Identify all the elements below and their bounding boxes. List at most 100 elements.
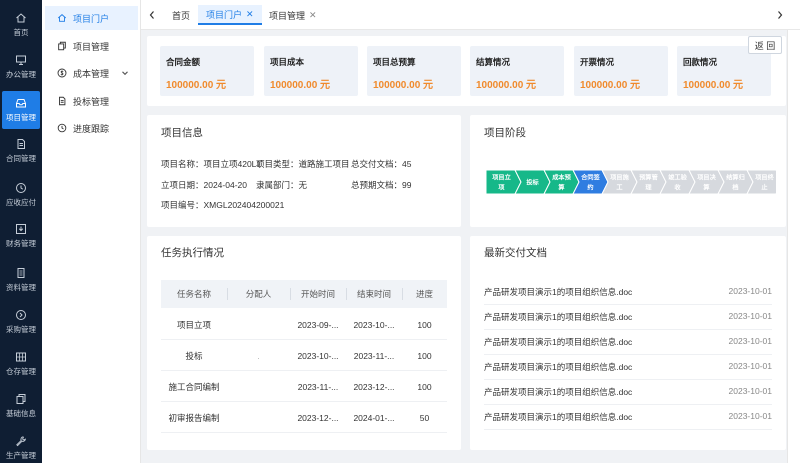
cell-start: 2023-12-... [297,412,339,423]
stage-label: 收 [674,184,681,192]
table-row[interactable]: 投标 . 2023-10-... 2023-11-... 100 [161,340,447,371]
table-row[interactable]: 项目立项 2023-09-... 2023-10-... 100 [161,309,447,340]
download-box-icon [16,224,26,234]
list-item[interactable]: 产品研发项目演示1的项目组织信息.doc 2023-10-01 [484,380,772,405]
info-docs-total: 总交付文档：45 [351,159,412,169]
card-title: 项目阶段 [484,127,526,139]
kpi-label: 合同金额 [166,57,201,67]
cell-end: 2023-10-... [353,319,395,330]
cell-task-name: 投标 [185,350,203,361]
column-header-start: 开始时间 [300,289,335,299]
rail-item-basic[interactable]: 基础信息 [0,387,42,425]
column-header-progress: 进度 [415,289,433,299]
doc-name-link[interactable]: 产品研发项目演示1的项目组织信息.doc [484,311,632,323]
submenu-item-progress[interactable]: 进度跟踪 [45,116,138,140]
kpi-contract-amount: 合同金额 100000.00 元 [160,46,254,96]
tab-home[interactable]: 首页 [164,5,198,25]
stage-label: 成本预 [552,174,571,182]
stage-label: 项目终 [755,174,774,182]
submenu-label: 项目管理 [73,41,110,52]
kpi-invoice: 开票情况 100000.00 元 [574,46,668,96]
rail-item-warehouse[interactable]: 仓存管理 [0,345,42,383]
cell-task-name: 初审报告编制 [168,412,220,423]
doc-date: 2023-10-01 [728,286,772,296]
kpi-label: 项目成本 [270,57,305,67]
stage-label: 约 [587,184,593,192]
kpi-value: 100000.00 元 [580,80,641,91]
cell-assignee [227,371,290,402]
stage-label: 项目施 [610,174,629,182]
rail-label: 首页 [13,28,29,37]
doc-name-link[interactable]: 产品研发项目演示1的项目组织信息.doc [484,286,632,298]
doc-name-link[interactable]: 产品研发项目演示1的项目组织信息.doc [484,411,632,423]
cell-task-name: 项目立项 [176,319,211,330]
stage-label: 投标 [526,179,539,187]
rail-item-receivable[interactable]: 应收应付 [0,176,42,214]
tab-project-portal[interactable]: 项目门户 ✕ [198,5,262,25]
cell-end: 2024-01-... [353,412,395,423]
rail-item-home[interactable]: 首页 [0,6,42,44]
project-submenu: 项目门户 项目管理 成本管理 投标管理 进度跟踪 [42,0,141,463]
doc-name-link[interactable]: 产品研发项目演示1的项目组织信息.doc [484,336,632,348]
document-icon [59,96,66,106]
card-title: 任务执行情况 [161,247,224,259]
wrench-icon [16,436,26,447]
monitor-icon [16,55,26,65]
doc-name-link[interactable]: 产品研发项目演示1的项目组织信息.doc [484,361,632,373]
stage-label: 预算管 [639,174,658,182]
info-project-code: 项目编号：XMGL202404200021 [161,200,285,210]
submenu-label: 项目门户 [73,13,110,24]
list-item[interactable]: 产品研发项目演示1的项目组织信息.doc 2023-10-01 [484,305,772,330]
column-header-end: 结束时间 [356,289,391,299]
submenu-item-project-manage[interactable]: 项目管理 [45,34,138,58]
list-item[interactable]: 产品研发项目演示1的项目组织信息.doc 2023-10-01 [484,355,772,380]
rail-item-project[interactable]: 项目管理 [2,91,40,129]
tab-scroll-right[interactable] [774,8,786,22]
info-docs-expected: 总预期文档：99 [351,180,412,190]
rail-item-office[interactable]: 办公管理 [0,48,42,86]
cell-end: 2023-11-... [353,350,395,361]
doc-date: 2023-10-01 [728,336,772,346]
chevron-down-icon[interactable] [121,69,129,77]
grid-icon [16,352,26,362]
rail-item-contract[interactable]: 合同管理 [0,132,42,170]
close-icon[interactable]: ✕ [246,9,254,20]
list-item[interactable]: 产品研发项目演示1的项目组织信息.doc 2023-10-01 [484,280,772,305]
stage-label: 档 [731,184,738,192]
tab-bar: 首页 项目门户 ✕ 项目管理 ✕ [141,0,800,30]
close-icon[interactable]: ✕ [309,10,317,21]
stage-label: 竣工验 [668,174,687,182]
table-row[interactable]: 初审报告编制 2023-12-... 2024-01-... 50 [161,402,447,433]
info-project-type: 项目类型：道路施工项目 [256,159,350,169]
column-header-name: 任务名称 [176,289,211,299]
tab-project-manage[interactable]: 项目管理 ✕ [261,5,325,25]
copy-icon [58,41,66,51]
list-item[interactable]: 产品研发项目演示1的项目组织信息.doc 2023-10-01 [484,405,772,430]
kpi-total-budget: 项目总预算 100000.00 元 [367,46,461,96]
stage-label: 算 [558,184,564,192]
back-button[interactable]: 返 回 [748,36,782,54]
submenu-item-bid[interactable]: 投标管理 [45,89,138,113]
card-title: 最新交付文档 [484,247,547,259]
rail-label: 应收应付 [6,198,36,207]
tab-scroll-left[interactable] [146,8,158,22]
submenu-item-portal[interactable]: 项目门户 [45,6,138,30]
rail-item-production[interactable]: 生产管理 [0,429,42,463]
rail-item-finance[interactable]: 财务管理 [0,217,42,255]
info-department: 隶属部门：无 [256,180,308,190]
rail-item-data[interactable]: 资料管理 [0,261,42,299]
submenu-label: 投标管理 [73,96,110,107]
rail-item-purchase[interactable]: 采购管理 [0,303,42,341]
submenu-item-cost[interactable]: 成本管理 [45,61,138,85]
list-item[interactable]: 产品研发项目演示1的项目组织信息.doc 2023-10-01 [484,330,772,355]
rail-label: 办公管理 [6,70,36,79]
column-header-assignee: 分配人 [245,289,272,299]
cell-start: 2023-11-... [297,381,339,392]
stage-label: 项目决 [697,174,716,182]
dollar-icon [57,68,67,78]
right-edge-strip [787,30,800,463]
stage-label: 合同签 [581,174,600,182]
doc-name-link[interactable]: 产品研发项目演示1的项目组织信息.doc [484,386,632,398]
table-row[interactable]: 施工合同编制 2023-11-... 2023-12-... 100 [161,371,447,402]
cell-task-name: 施工合同编制 [168,381,220,392]
